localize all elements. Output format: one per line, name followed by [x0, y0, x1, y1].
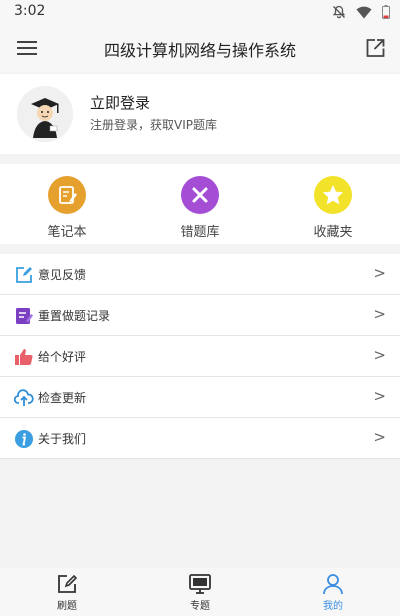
star-icon [314, 176, 352, 214]
app-bar: 四级计算机网络与操作系统 [0, 24, 400, 72]
notepad-icon [14, 306, 34, 326]
settings-list: 意见反馈 > 重置做题记录 > 给个好评 > 检查更新 > 关于我们 > [0, 254, 400, 459]
list-item-rate[interactable]: 给个好评 > [0, 336, 400, 377]
bottom-tab-bar: 刷题 专题 我的 [0, 568, 400, 616]
favorites-button[interactable]: 收藏夹 [293, 176, 373, 240]
wifi-icon [356, 4, 372, 23]
profile-login-card[interactable]: 立即登录 注册登录，获取VIP题库 [0, 74, 400, 154]
notebook-icon [48, 176, 86, 214]
tab-practice[interactable]: 刷题 [37, 572, 97, 612]
battery-icon [382, 4, 390, 23]
page-title: 四级计算机网络与操作系统 [103, 41, 296, 60]
cloud-upload-icon [13, 388, 34, 408]
list-item-about[interactable]: 关于我们 > [0, 418, 400, 459]
notebook-label: 笔记本 [47, 225, 87, 240]
login-title: 立即登录 [90, 94, 151, 112]
chevron-right-icon: > [373, 305, 386, 323]
list-item-label: 意见反馈 [38, 268, 87, 282]
tab-mine[interactable]: 我的 [303, 572, 363, 612]
wrong-questions-button[interactable]: 错题库 [160, 176, 240, 240]
monitor-icon [189, 574, 211, 594]
list-item-reset-records[interactable]: 重置做题记录 > [0, 295, 400, 336]
avatar[interactable] [17, 86, 73, 142]
status-time: 3:02 [14, 3, 46, 19]
info-icon [14, 429, 34, 449]
graduate-avatar-icon [17, 86, 73, 142]
status-bar: 3:02 [0, 0, 400, 24]
wrong-questions-label: 错题库 [180, 225, 220, 240]
list-item-feedback[interactable]: 意见反馈 > [0, 254, 400, 295]
chevron-right-icon: > [373, 346, 386, 364]
list-item-label: 给个好评 [38, 350, 87, 364]
tab-label: 刷题 [57, 601, 77, 612]
edit-icon [58, 574, 78, 593]
list-item-check-update[interactable]: 检查更新 > [0, 377, 400, 418]
person-icon [323, 574, 343, 595]
status-icons [332, 4, 390, 23]
share-button[interactable] [362, 36, 388, 60]
edit-icon [14, 265, 34, 285]
quick-actions: 笔记本 错题库 收藏夹 [0, 164, 400, 244]
tab-label: 专题 [190, 601, 210, 612]
login-subtitle: 注册登录，获取VIP题库 [90, 118, 217, 132]
list-item-label: 重置做题记录 [38, 309, 111, 323]
favorites-label: 收藏夹 [313, 225, 353, 240]
chevron-right-icon: > [373, 428, 386, 446]
notebook-button[interactable]: 笔记本 [27, 176, 107, 240]
chevron-right-icon: > [373, 264, 386, 282]
share-external-icon [366, 39, 385, 57]
notifications-off-icon [332, 4, 346, 23]
close-icon [181, 176, 219, 214]
list-item-label: 关于我们 [38, 432, 87, 446]
tab-topics[interactable]: 专题 [170, 572, 230, 612]
list-item-label: 检查更新 [38, 391, 87, 405]
thumbs-up-icon [14, 347, 34, 367]
chevron-right-icon: > [373, 387, 386, 405]
tab-label: 我的 [323, 601, 343, 612]
